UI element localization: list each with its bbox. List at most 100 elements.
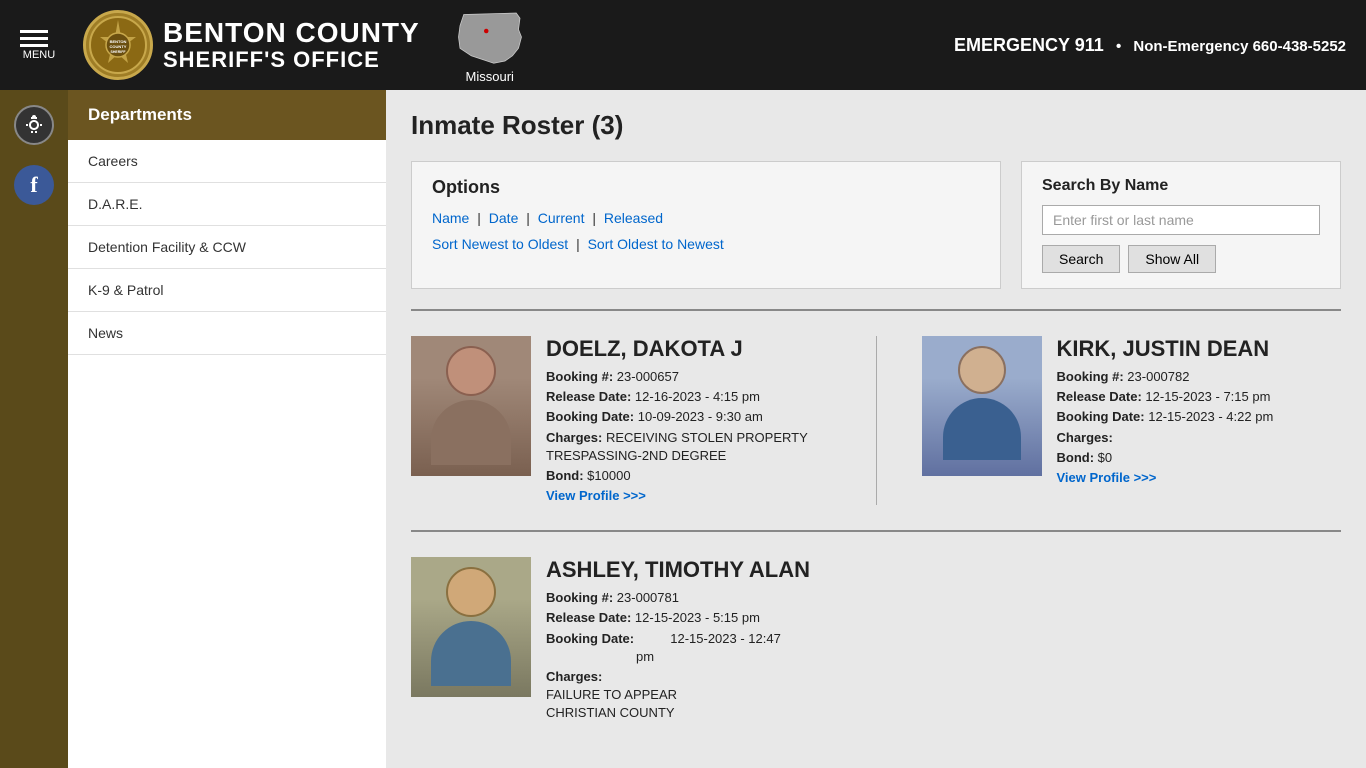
search-input[interactable] xyxy=(1042,205,1320,235)
inmate-name-ashley: ASHLEY, TIMOTHY ALAN xyxy=(546,557,810,583)
sort-oldest-link[interactable]: Sort Oldest to Newest xyxy=(588,236,724,252)
sidebar-link-dare[interactable]: D.A.R.E. xyxy=(68,183,386,226)
menu-wrapper[interactable]: MENU xyxy=(20,30,58,61)
inmate-row-1: DOELZ, DAKOTA J Booking #: 23-000657 Rel… xyxy=(411,321,1341,520)
departments-header: Departments xyxy=(68,90,386,140)
svg-text:SHERIFF: SHERIFF xyxy=(111,50,127,54)
release-label-ashley: Release Date: xyxy=(546,610,631,625)
missouri-map-svg xyxy=(450,7,530,67)
page-title: Inmate Roster (3) xyxy=(411,110,1341,141)
inmate-card-doelz: DOELZ, DAKOTA J Booking #: 23-000657 Rel… xyxy=(411,336,831,505)
booking-label-kirk: Booking #: xyxy=(1057,369,1124,384)
divider-2 xyxy=(411,530,1341,532)
svg-text:COUNTY: COUNTY xyxy=(110,44,127,49)
header: MENU BENTON COUNTY SHERIFF BENTON COUNTY… xyxy=(0,0,1366,90)
menu-label: MENU xyxy=(23,49,55,61)
missouri-map: Missouri xyxy=(450,7,530,84)
release-doelz: Release Date: 12-16-2023 - 4:15 pm xyxy=(546,388,808,406)
view-profile-doelz[interactable]: View Profile >>> xyxy=(546,488,646,503)
sidebar-link-careers[interactable]: Careers xyxy=(68,140,386,183)
bd-val-ashley-1: 12-15-2023 - 12:47 xyxy=(670,631,781,646)
booking-date-doelz: Booking Date: 10-09-2023 - 9:30 am xyxy=(546,408,808,426)
option-name-link[interactable]: Name xyxy=(432,210,469,226)
search-button[interactable]: Search xyxy=(1042,245,1120,273)
booking-num-doelz: Booking #: 23-000657 xyxy=(546,368,808,386)
inmate-name-kirk: KIRK, JUSTIN DEAN xyxy=(1057,336,1274,362)
top-section: Options Name | Date | Current | Released… xyxy=(411,161,1341,289)
inmate-card-kirk: KIRK, JUSTIN DEAN Booking #: 23-000782 R… xyxy=(922,336,1342,505)
bd-val-ashley-2: pm xyxy=(636,649,654,664)
booking-val-doelz: 23-000657 xyxy=(617,369,679,384)
show-all-button[interactable]: Show All xyxy=(1128,245,1216,273)
sep3: | xyxy=(592,210,600,226)
bond-val-kirk: $0 xyxy=(1098,450,1112,465)
options-links: Name | Date | Current | Released xyxy=(432,210,980,226)
sort-sep: | xyxy=(576,236,584,252)
option-released-link[interactable]: Released xyxy=(604,210,663,226)
inmate-name-doelz: DOELZ, DAKOTA J xyxy=(546,336,808,362)
site-title-line2: SHERIFF'S OFFICE xyxy=(163,48,420,72)
sidebar-menu: Careers D.A.R.E. Detention Facility & CC… xyxy=(68,140,386,355)
bond-label-doelz: Bond: xyxy=(546,468,584,483)
sort-newest-link[interactable]: Sort Newest to Oldest xyxy=(432,236,568,252)
missouri-label: Missouri xyxy=(466,69,514,84)
view-profile-kirk[interactable]: View Profile >>> xyxy=(1057,470,1157,485)
bond-doelz: Bond: $10000 xyxy=(546,467,808,485)
emergency-info: EMERGENCY 911 • Non-Emergency 660-438-52… xyxy=(954,35,1346,56)
sidebar-link-detention[interactable]: Detention Facility & CCW xyxy=(68,226,386,269)
sheriff-badge: BENTON COUNTY SHERIFF xyxy=(83,10,153,80)
bond-val-doelz: $10000 xyxy=(587,468,630,483)
sidebar-item-news[interactable]: News xyxy=(68,312,386,355)
search-box: Search By Name Search Show All xyxy=(1021,161,1341,289)
release-kirk: Release Date: 12-15-2023 - 7:15 pm xyxy=(1057,388,1274,406)
separator: • xyxy=(1116,38,1121,55)
release-label-doelz: Release Date: xyxy=(546,389,631,404)
inmate-info-ashley: ASHLEY, TIMOTHY ALAN Booking #: 23-00078… xyxy=(546,557,810,724)
search-heading: Search By Name xyxy=(1042,177,1320,195)
sep2: | xyxy=(526,210,534,226)
inmate-list: DOELZ, DAKOTA J Booking #: 23-000657 Rel… xyxy=(411,309,1341,739)
inmate-row-2: ASHLEY, TIMOTHY ALAN Booking #: 23-00078… xyxy=(411,542,1341,739)
bd-label-kirk: Booking Date: xyxy=(1057,409,1145,424)
charges-kirk: Charges: xyxy=(1057,429,1274,447)
booking-label-doelz: Booking #: xyxy=(546,369,613,384)
bd-val-doelz: 10-09-2023 - 9:30 am xyxy=(638,409,763,424)
facebook-button[interactable]: f xyxy=(14,165,54,205)
option-current-link[interactable]: Current xyxy=(538,210,585,226)
main-content: Inmate Roster (3) Options Name | Date | … xyxy=(386,90,1366,768)
site-title-line1: BENTON COUNTY xyxy=(163,18,420,49)
sidebar-item-k9[interactable]: K-9 & Patrol xyxy=(68,269,386,312)
emergency-911: EMERGENCY 911 xyxy=(954,35,1104,55)
sidebar-nav: Departments Careers D.A.R.E. Detention F… xyxy=(68,90,386,768)
charges-ashley: Charges: FAILURE TO APPEARCHRISTIAN COUN… xyxy=(546,668,810,723)
booking-num-ashley: Booking #: 23-000781 xyxy=(546,589,810,607)
sidebar-item-careers[interactable]: Careers xyxy=(68,140,386,183)
release-ashley: Release Date: 12-15-2023 - 5:15 pm xyxy=(546,609,810,627)
sidebar-item-detention[interactable]: Detention Facility & CCW xyxy=(68,226,386,269)
release-val-doelz: 12-16-2023 - 4:15 pm xyxy=(635,389,760,404)
mugshot-ashley xyxy=(411,557,531,697)
bd-label-doelz: Booking Date: xyxy=(546,409,634,424)
sidebar-link-k9[interactable]: K-9 & Patrol xyxy=(68,269,386,312)
sep1: | xyxy=(477,210,485,226)
accessibility-button[interactable] xyxy=(14,105,54,145)
accessibility-icon xyxy=(22,113,46,137)
sidebar-link-news[interactable]: News xyxy=(68,312,386,355)
option-date-link[interactable]: Date xyxy=(489,210,519,226)
release-val-kirk: 12-15-2023 - 7:15 pm xyxy=(1145,389,1270,404)
inmate-info-doelz: DOELZ, DAKOTA J Booking #: 23-000657 Rel… xyxy=(546,336,808,505)
sidebar-item-dare[interactable]: D.A.R.E. xyxy=(68,183,386,226)
charges-label-ashley: Charges: xyxy=(546,669,602,684)
sort-links: Sort Newest to Oldest | Sort Oldest to N… xyxy=(432,236,980,252)
bd-val-kirk: 12-15-2023 - 4:22 pm xyxy=(1148,409,1273,424)
header-left: MENU BENTON COUNTY SHERIFF BENTON COUNTY… xyxy=(20,7,530,84)
mugshot-doelz xyxy=(411,336,531,476)
menu-button[interactable] xyxy=(20,30,48,47)
inmate-info-kirk: KIRK, JUSTIN DEAN Booking #: 23-000782 R… xyxy=(1057,336,1274,505)
options-box: Options Name | Date | Current | Released… xyxy=(411,161,1001,289)
search-btn-row: Search Show All xyxy=(1042,245,1320,273)
charges-label-kirk: Charges: xyxy=(1057,430,1113,445)
inmate-card-ashley: ASHLEY, TIMOTHY ALAN Booking #: 23-00078… xyxy=(411,557,1341,724)
booking-date-kirk: Booking Date: 12-15-2023 - 4:22 pm xyxy=(1057,408,1274,426)
left-bar: f xyxy=(0,90,68,768)
